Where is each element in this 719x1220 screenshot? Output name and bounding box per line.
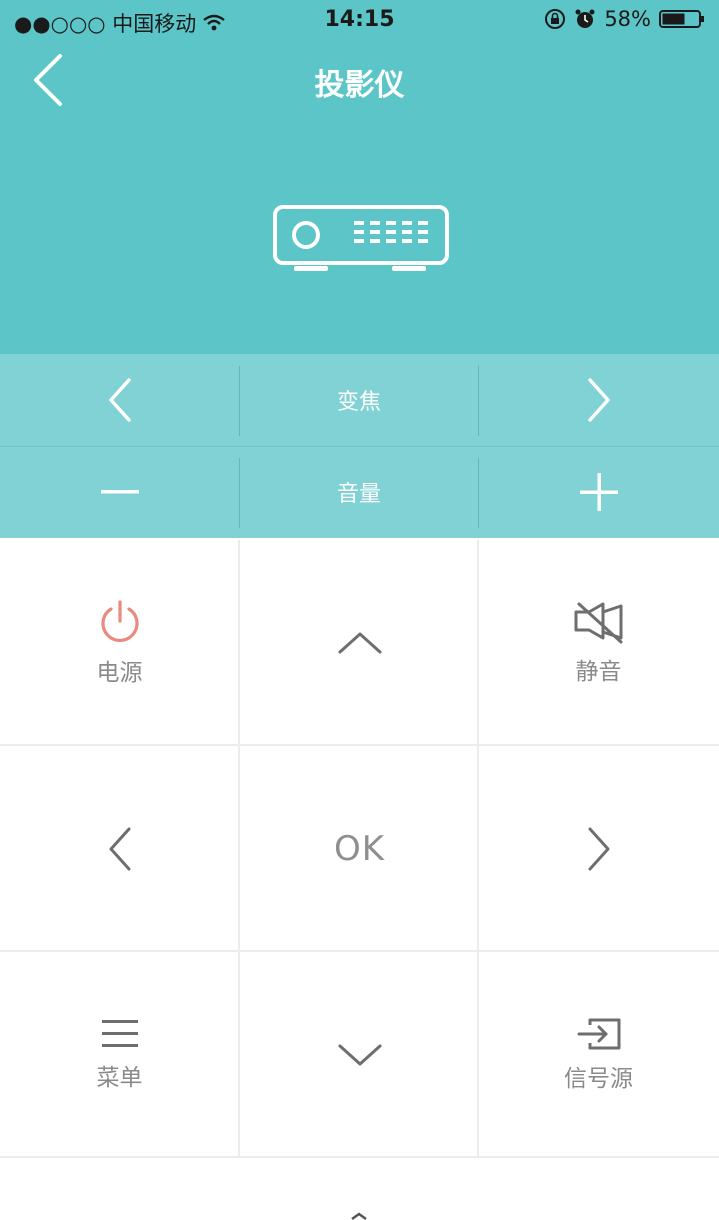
plus-icon (580, 473, 618, 511)
remote-grid: 电源 静音 OK 菜单 信号源 (0, 540, 719, 1160)
chevron-left-icon (109, 827, 130, 870)
page-title: 投影仪 (314, 68, 405, 103)
status-right: 58% (544, 7, 705, 31)
volume-down-button[interactable] (0, 446, 239, 538)
input-source-icon (577, 1018, 620, 1049)
mute-label: 静音 (575, 658, 622, 685)
chevron-right-icon (588, 378, 610, 422)
power-button[interactable]: 电源 (0, 540, 239, 745)
power-icon (100, 599, 139, 642)
zoom-increase-button[interactable] (479, 354, 719, 446)
status-bar: ●●○○○ 中国移动 14:15 58% (0, 0, 719, 40)
volume-label: 音量 (336, 482, 381, 507)
chevron-right-icon (588, 827, 609, 870)
mute-icon (574, 602, 622, 643)
expand-handle-icon[interactable] (350, 1212, 368, 1220)
source-button[interactable]: 信号源 (479, 952, 718, 1157)
up-button[interactable] (240, 540, 479, 745)
volume-row: 音量 (0, 446, 719, 538)
mute-button[interactable]: 静音 (479, 540, 718, 745)
ok-label: OK (333, 828, 386, 869)
zoom-decrease-button[interactable] (0, 354, 239, 446)
minus-icon (100, 490, 139, 494)
down-button[interactable] (240, 952, 479, 1157)
menu-label: 菜单 (96, 1064, 143, 1091)
right-button[interactable] (479, 746, 718, 951)
menu-icon (101, 1019, 138, 1047)
power-label: 电源 (96, 659, 143, 686)
menu-button[interactable]: 菜单 (0, 952, 239, 1157)
zoom-row: 变焦 (0, 354, 719, 446)
rotation-lock-icon (545, 9, 566, 29)
alarm-icon (575, 9, 595, 28)
projector-icon (272, 204, 450, 276)
volume-up-button[interactable] (479, 446, 719, 538)
battery-percent: 58% (604, 7, 651, 31)
source-label: 信号源 (564, 1065, 633, 1092)
left-button[interactable] (0, 746, 239, 951)
zoom-label: 变焦 (336, 390, 381, 415)
ok-button[interactable]: OK (240, 746, 479, 951)
battery-icon (659, 10, 704, 28)
chevron-up-icon (338, 632, 381, 653)
chevron-left-icon (108, 378, 131, 422)
chevron-down-icon (338, 1044, 381, 1065)
